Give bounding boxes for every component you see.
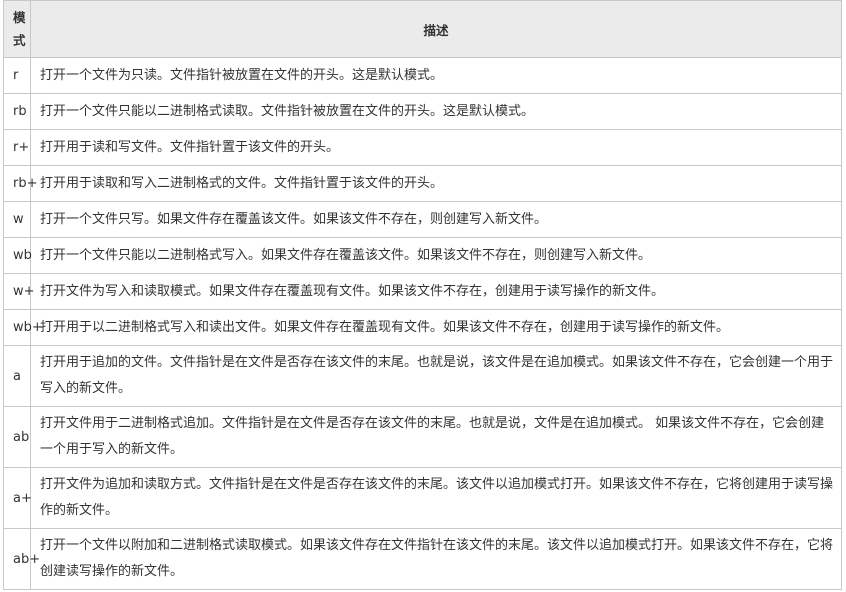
description-cell: 打开一个文件只能以二进制格式读取。文件指针被放置在文件的开头。这是默认模式。: [30, 93, 842, 130]
mode-cell: a+: [3, 467, 32, 529]
mode-cell: a: [3, 345, 31, 407]
mode-cell: r+: [3, 129, 31, 166]
table-row: rb+ 打开用于读取和写入二进制格式的文件。文件指针置于该文件的开头。: [3, 165, 842, 202]
mode-cell: rb: [3, 93, 31, 130]
description-cell: 打开一个文件只能以二进制格式写入。如果文件存在覆盖该文件。如果该文件不存在，则创…: [30, 237, 842, 274]
table-row: rb 打开一个文件只能以二进制格式读取。文件指针被放置在文件的开头。这是默认模式…: [3, 93, 842, 130]
description-cell: 打开文件为追加和读取方式。文件指针是在文件是否存在该文件的末尾。该文件以追加模式…: [30, 467, 842, 529]
description-cell: 打开文件为写入和读取模式。如果文件存在覆盖现有文件。如果该文件不存在，创建用于读…: [30, 273, 842, 310]
description-cell: 打开用于读和写文件。文件指针置于该文件的开头。: [30, 129, 842, 166]
table-row: r+ 打开用于读和写文件。文件指针置于该文件的开头。: [3, 129, 842, 166]
file-modes-table: 模式 描述 r 打开一个文件为只读。文件指针被放置在文件的开头。这是默认模式。 …: [3, 0, 842, 590]
mode-cell: r: [3, 57, 31, 94]
mode-cell: rb+: [3, 165, 38, 202]
table-row: w 打开一个文件只写。如果文件存在覆盖该文件。如果该文件不存在，则创建写入新文件…: [3, 201, 842, 238]
description-cell: 打开文件用于二进制格式追加。文件指针是在文件是否存在该文件的末尾。也就是说，文件…: [30, 406, 842, 468]
mode-cell: ab: [3, 406, 31, 468]
table-header-row: 模式 描述: [3, 0, 842, 58]
description-cell: 打开一个文件以附加和二进制格式读取模式。如果该文件存在文件指针在该文件的末尾。该…: [30, 528, 842, 590]
mode-cell: w+: [3, 273, 35, 310]
table-row: ab+ 打开一个文件以附加和二进制格式读取模式。如果该文件存在文件指针在该文件的…: [3, 528, 842, 590]
mode-cell: wb: [3, 237, 32, 274]
header-mode: 模式: [3, 0, 31, 58]
table-row: wb 打开一个文件只能以二进制格式写入。如果文件存在覆盖该文件。如果该文件不存在…: [3, 237, 842, 274]
table-row: a 打开用于追加的文件。文件指针是在文件是否存在该文件的末尾。也就是说，该文件是…: [3, 345, 842, 407]
mode-cell: w: [3, 201, 31, 238]
description-cell: 打开一个文件只写。如果文件存在覆盖该文件。如果该文件不存在，则创建写入新文件。: [30, 201, 842, 238]
header-description: 描述: [30, 0, 842, 58]
description-cell: 打开用于读取和写入二进制格式的文件。文件指针置于该文件的开头。: [30, 165, 842, 202]
table-row: r 打开一个文件为只读。文件指针被放置在文件的开头。这是默认模式。: [3, 57, 842, 94]
description-cell: 打开用于以二进制格式写入和读出文件。如果文件存在覆盖现有文件。如果该文件不存在，…: [30, 309, 842, 346]
description-cell: 打开用于追加的文件。文件指针是在文件是否存在该文件的末尾。也就是说，该文件是在追…: [30, 345, 842, 407]
table-row: wb+ 打开用于以二进制格式写入和读出文件。如果文件存在覆盖现有文件。如果该文件…: [3, 309, 842, 346]
table-row: w+ 打开文件为写入和读取模式。如果文件存在覆盖现有文件。如果该文件不存在，创建…: [3, 273, 842, 310]
mode-cell: ab+: [3, 528, 40, 590]
mode-cell: wb+: [3, 309, 43, 346]
description-cell: 打开一个文件为只读。文件指针被放置在文件的开头。这是默认模式。: [30, 57, 842, 94]
table-row: ab 打开文件用于二进制格式追加。文件指针是在文件是否存在该文件的末尾。也就是说…: [3, 406, 842, 468]
table-row: a+ 打开文件为追加和读取方式。文件指针是在文件是否存在该文件的末尾。该文件以追…: [3, 467, 842, 529]
